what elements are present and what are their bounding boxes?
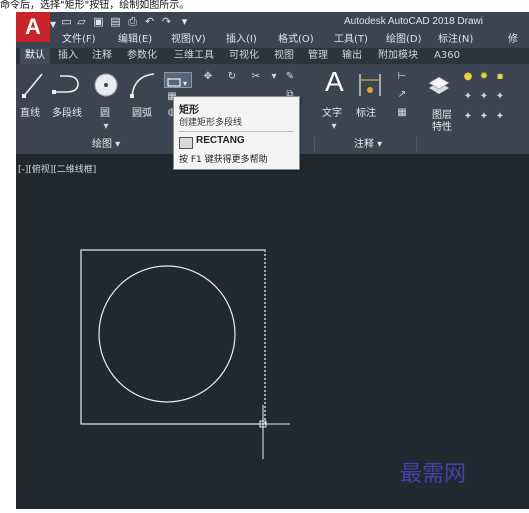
text-dropdown-icon[interactable]: ▾ [328, 122, 340, 132]
rectangle-tooltip: 矩形 创建矩形多段线 RECTANG 按 F1 键获得更多帮助 [173, 96, 300, 170]
tooltip-command: RECTANG [196, 135, 245, 146]
tooltip-divider [178, 131, 294, 132]
circle-dropdown-icon[interactable]: ▾ [100, 122, 112, 132]
rectang-command-icon [179, 137, 193, 149]
menu-view[interactable]: 视图(V) [171, 32, 206, 48]
tab-a360[interactable]: A360 [430, 48, 464, 64]
layer-tool-a-icon[interactable]: ✦ [462, 92, 474, 102]
caption-text: 命令后，选择"矩形"按钮，绘制如图所示。 [0, 0, 190, 11]
panel-separator [314, 137, 315, 152]
save-icon[interactable]: ▣ [92, 15, 105, 29]
menu-file[interactable]: 文件(F) [62, 32, 96, 48]
trim-icon[interactable]: ✂ [250, 72, 262, 82]
menu-draw[interactable]: 绘图(D) [386, 32, 422, 48]
sun-icon[interactable]: ✹ [478, 72, 490, 82]
autocad-logo[interactable]: A [16, 12, 50, 42]
polyline-icon[interactable] [52, 70, 82, 100]
layer-props-label-line2[interactable]: 特性 [432, 122, 452, 134]
ribbon-tabs: 默认 插入 注释 参数化 三维工具 可视化 视图 管理 输出 附加模块 A360 [16, 48, 529, 64]
tab-addins[interactable]: 附加模块 [372, 48, 424, 64]
menu-format[interactable]: 格式(O) [278, 32, 314, 48]
circle-tool-label[interactable]: 圆 [100, 108, 110, 120]
erase-icon[interactable]: ✎ [284, 72, 296, 82]
tooltip-title: 矩形 [179, 105, 199, 116]
open-icon[interactable]: ▱ [75, 15, 88, 29]
tab-parametric[interactable]: 参数化 [122, 48, 162, 64]
arc-tool-label[interactable]: 圆弧 [132, 108, 152, 120]
menu-edit[interactable]: 编辑(E) [118, 32, 152, 48]
arc-icon[interactable] [128, 70, 158, 100]
dimension-tool-label[interactable]: 标注 [356, 108, 376, 120]
line-icon[interactable] [22, 70, 44, 100]
redo-icon[interactable]: ↷ [160, 15, 173, 29]
layer-properties-icon[interactable] [426, 70, 452, 96]
menu-tools[interactable]: 工具(T) [334, 32, 368, 48]
bulb-icon[interactable]: ● [462, 72, 474, 82]
drawn-rectangle [80, 249, 266, 425]
layer-tool-b-icon[interactable]: ✦ [478, 92, 490, 102]
watermark-text: 最需网 [400, 462, 467, 487]
menu-insert[interactable]: 插入(I) [226, 32, 257, 48]
undo-icon[interactable]: ↶ [143, 15, 156, 29]
drawn-circle [98, 265, 236, 403]
tab-view[interactable]: 视图 [270, 48, 298, 64]
layer-tool-d-icon[interactable]: ✦ [462, 112, 474, 122]
panel-separator [416, 137, 417, 152]
circle-icon[interactable] [92, 70, 122, 100]
annotation-panel-title[interactable]: 注释 ▾ [354, 137, 382, 152]
tab-visualize[interactable]: 可视化 [224, 48, 264, 64]
leader-icon[interactable]: ↗ [396, 90, 408, 100]
rotate-icon[interactable]: ↻ [226, 72, 238, 82]
customize-icon[interactable]: ▾ [178, 15, 191, 29]
linear-dim-icon[interactable]: ⊢ [396, 72, 408, 82]
svg-text:▾: ▾ [183, 79, 187, 88]
tooltip-description: 创建矩形多段线 [179, 118, 243, 128]
move-icon[interactable]: ✥ [202, 72, 214, 82]
new-icon[interactable]: ▭ [60, 15, 73, 29]
rectangle-button[interactable]: ▾ [164, 72, 192, 88]
layer-tool-c-icon[interactable]: ✦ [494, 92, 506, 102]
table-icon[interactable]: ▦ [396, 108, 408, 118]
layer-tool-e-icon[interactable]: ✦ [478, 112, 490, 122]
title-bar: ▭ ▱ ▣ ▤ ⎙ ↶ ↷ ▾ Autodesk AutoCAD 2018 Dr… [16, 12, 529, 32]
autocad-window: ▭ ▱ ▣ ▤ ⎙ ↶ ↷ ▾ Autodesk AutoCAD 2018 Dr… [16, 12, 529, 509]
dimension-icon[interactable] [356, 70, 384, 100]
layer-tool-f-icon[interactable]: ✦ [494, 112, 506, 122]
window-title: Autodesk AutoCAD 2018 Drawi [344, 16, 483, 27]
tab-insert[interactable]: 插入 [54, 48, 82, 64]
text-tool-label[interactable]: 文字 [322, 108, 342, 120]
tab-3d-tools[interactable]: 三维工具 [168, 48, 220, 64]
lock-icon[interactable]: ▪ [494, 72, 506, 82]
layer-props-label-line1[interactable]: 图层 [432, 110, 452, 122]
app-menu-arrow-icon[interactable]: ▼ [50, 20, 56, 29]
trim-dropdown-icon[interactable]: ▾ [268, 72, 280, 82]
saveas-icon[interactable]: ▤ [109, 15, 122, 29]
menu-dimension[interactable]: 标注(N) [438, 32, 473, 48]
line-tool-label[interactable]: 直线 [20, 108, 40, 120]
tab-default[interactable]: 默认 [20, 48, 50, 64]
text-icon[interactable]: A [325, 66, 344, 98]
tooltip-help: 按 F1 键获得更多帮助 [179, 155, 268, 165]
menu-bar: 文件(F) 编辑(E) 视图(V) 插入(I) 格式(O) 工具(T) 绘图(D… [16, 32, 529, 48]
rectangle-icon: ▾ [167, 78, 187, 88]
tab-output[interactable]: 输出 [338, 48, 366, 64]
polyline-tool-label[interactable]: 多段线 [52, 108, 82, 120]
print-icon[interactable]: ⎙ [126, 15, 139, 29]
menu-modify[interactable]: 修 [508, 32, 518, 48]
tab-manage[interactable]: 管理 [304, 48, 332, 64]
draw-panel-title[interactable]: 绘图 ▾ [92, 137, 120, 152]
tab-annotate[interactable]: 注释 [88, 48, 116, 64]
